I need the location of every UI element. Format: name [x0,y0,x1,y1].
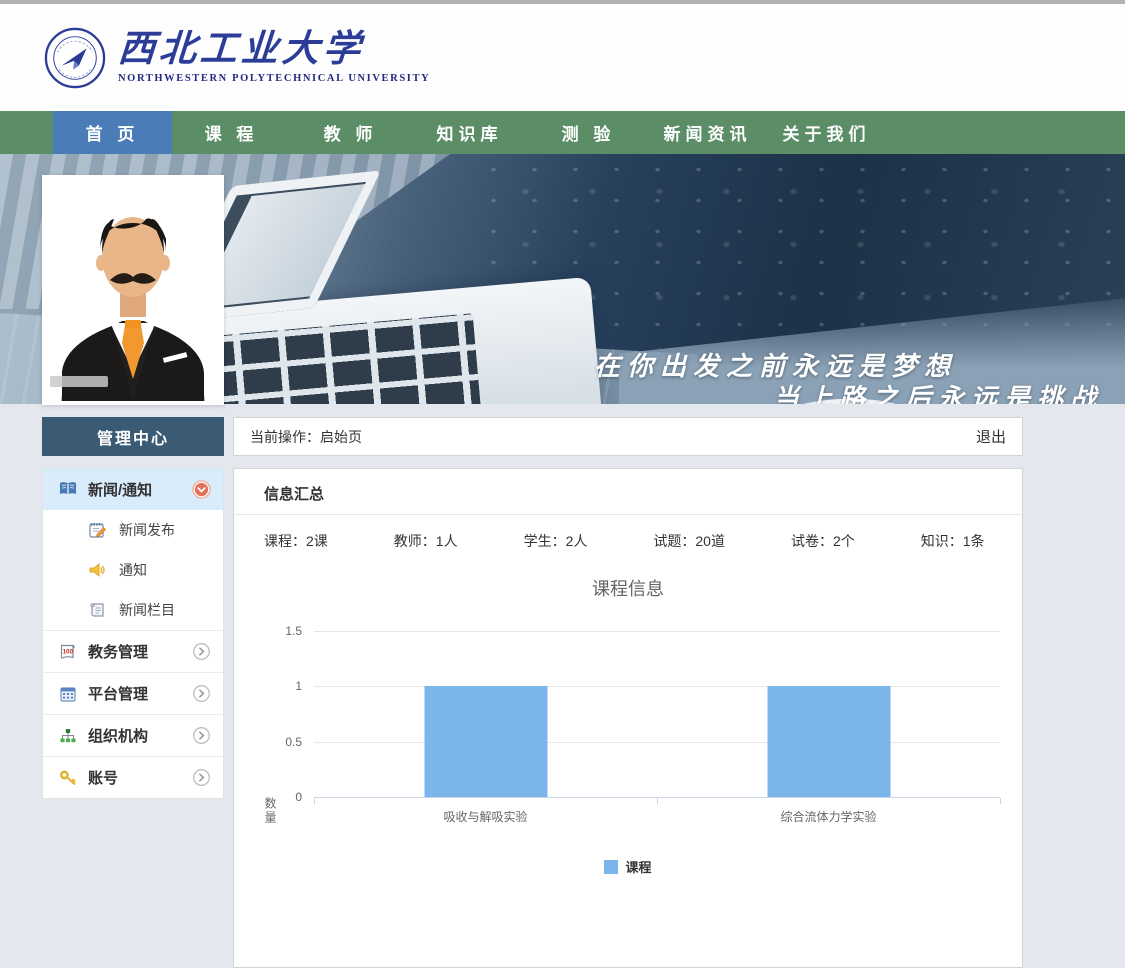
nav-item-about-us[interactable]: 关于我们 [767,111,886,154]
chart-plot: 00.511.5 [314,631,1000,798]
university-name-en: NORTHWESTERN POLYTECHNICAL UNIVERSITY [118,73,430,84]
banner-slogan-line2: 当上路之后永远是挑战 [773,378,1103,404]
chart-xtick [314,798,315,804]
chart-gridline [314,742,1000,743]
stat-courses: 课程：2课 [264,531,328,551]
document-100-icon: 100 [58,642,78,662]
nav-item-courses[interactable]: 课 程 [172,111,291,154]
scroll-icon [87,600,107,620]
svg-text:100: 100 [63,648,74,655]
sidebar-item-news-notice[interactable]: 新闻/通知 [43,468,223,510]
page: 西北工业大学 NORTHWESTERN POLYTECHNICAL UNIVER… [0,0,1125,968]
chart-xtick [1000,798,1001,804]
chart-gridline [314,631,1000,632]
current-operation-text: 当前操作：启始页 [250,427,362,447]
open-book-icon [58,479,78,499]
chevron-right-circle-icon [192,642,211,661]
notepad-pencil-icon [87,520,107,540]
site-header: 西北工业大学 NORTHWESTERN POLYTECHNICAL UNIVER… [0,4,1125,111]
nav-item-teachers[interactable]: 教 师 [291,111,410,154]
sidebar-subitem-news-column[interactable]: 新闻栏目 [43,590,223,630]
nav-item-tests[interactable]: 测 验 [529,111,648,154]
chart-bar[interactable] [767,686,890,797]
sidebar-item-platform-management[interactable]: 平台管理 [43,672,223,714]
stat-students: 学生：2人 [524,531,588,551]
chart-ytick-label: 1 [295,679,302,693]
sidebar-subitem-label: 通知 [119,560,223,580]
chart-category-label: 吸收与解吸实验 [314,808,657,825]
summary-stats: 课程：2课 教师：1人 学生：2人 试题：20道 试卷：2个 知识：1条 [234,515,1022,561]
sidebar-item-organization[interactable]: 组织机构 [43,714,223,756]
chevron-down-circle-icon [192,480,211,499]
main-nav: 首 页 课 程 教 师 知识库 测 验 新闻资讯 关于我们 [0,111,1125,154]
sidebar-item-label: 教务管理 [88,641,192,662]
logout-button[interactable]: 退出 [976,426,1006,447]
key-icon [58,768,78,788]
stat-questions: 试题：20道 [653,531,725,551]
chart-legend[interactable]: 课程 [234,857,1022,876]
chevron-right-circle-icon [192,684,211,703]
sidebar-item-label: 组织机构 [88,725,192,746]
sidebar-subitem-label: 新闻发布 [119,520,223,540]
stat-teachers: 教师：1人 [394,531,458,551]
stat-knowledge: 知识：1条 [921,531,985,551]
chart-yaxis-title: 数量 [262,797,279,825]
chart-ytick-label: 0 [295,790,302,804]
summary-title: 信息汇总 [234,469,1022,515]
stat-papers: 试卷：2个 [791,531,855,551]
chart-title: 课程信息 [234,575,1022,617]
university-emblem-icon [44,27,106,89]
sidebar-subitem-news-publish[interactable]: 新闻发布 [43,510,223,550]
speaker-icon [87,560,107,580]
avatar-watermark [50,376,108,387]
sidebar-subitem-notice[interactable]: 通知 [43,550,223,590]
sidebar-item-label: 账号 [88,767,192,788]
chart-gridline [314,686,1000,687]
course-chart: 课程信息 数量 00.511.5 吸收与解吸实验综合流体力学实验 课程 [234,561,1022,876]
summary-panel: 信息汇总 课程：2课 教师：1人 学生：2人 试题：20道 试卷：2个 知识：1… [233,468,1023,968]
org-chart-icon [58,726,78,746]
legend-swatch [604,860,618,874]
legend-label: 课程 [625,857,651,876]
sidebar-item-academic-management[interactable]: 100 教务管理 [43,630,223,672]
chart-xlabels: 吸收与解吸实验综合流体力学实验 [314,808,1000,825]
nav-item-home[interactable]: 首 页 [53,111,172,154]
nav-item-news[interactable]: 新闻资讯 [648,111,767,154]
chart-bar[interactable] [424,686,547,797]
admin-center-header: 管理中心 [42,417,224,456]
main-column: 当前操作：启始页 退出 信息汇总 课程：2课 教师：1人 学生：2人 试题：20… [233,417,1023,968]
chart-xtick [657,798,658,804]
sidebar: 管理中心 新闻/通知 [42,417,224,799]
chevron-right-circle-icon [192,768,211,787]
sidebar-subitem-label: 新闻栏目 [119,600,223,620]
sidebar-item-account[interactable]: 账号 [43,756,223,798]
chart-category-label: 综合流体力学实验 [657,808,1000,825]
sidebar-menu: 新闻/通知 新闻发布 [42,467,224,799]
sidebar-item-label: 新闻/通知 [88,479,192,500]
user-avatar [42,175,224,405]
chevron-right-circle-icon [192,726,211,745]
university-logo[interactable]: 西北工业大学 NORTHWESTERN POLYTECHNICAL UNIVER… [44,27,430,89]
chart-ytick-label: 1.5 [285,624,302,638]
sidebar-item-label: 平台管理 [88,683,192,704]
nav-item-knowledge-base[interactable]: 知识库 [410,111,529,154]
content-area: 管理中心 新闻/通知 [0,404,1125,968]
university-name-cn: 西北工业大学 [117,31,432,68]
chart-ytick-label: 0.5 [285,735,302,749]
operation-bar: 当前操作：启始页 退出 [233,417,1023,456]
calendar-grid-icon [58,684,78,704]
avatar-illustration-icon [50,179,216,401]
